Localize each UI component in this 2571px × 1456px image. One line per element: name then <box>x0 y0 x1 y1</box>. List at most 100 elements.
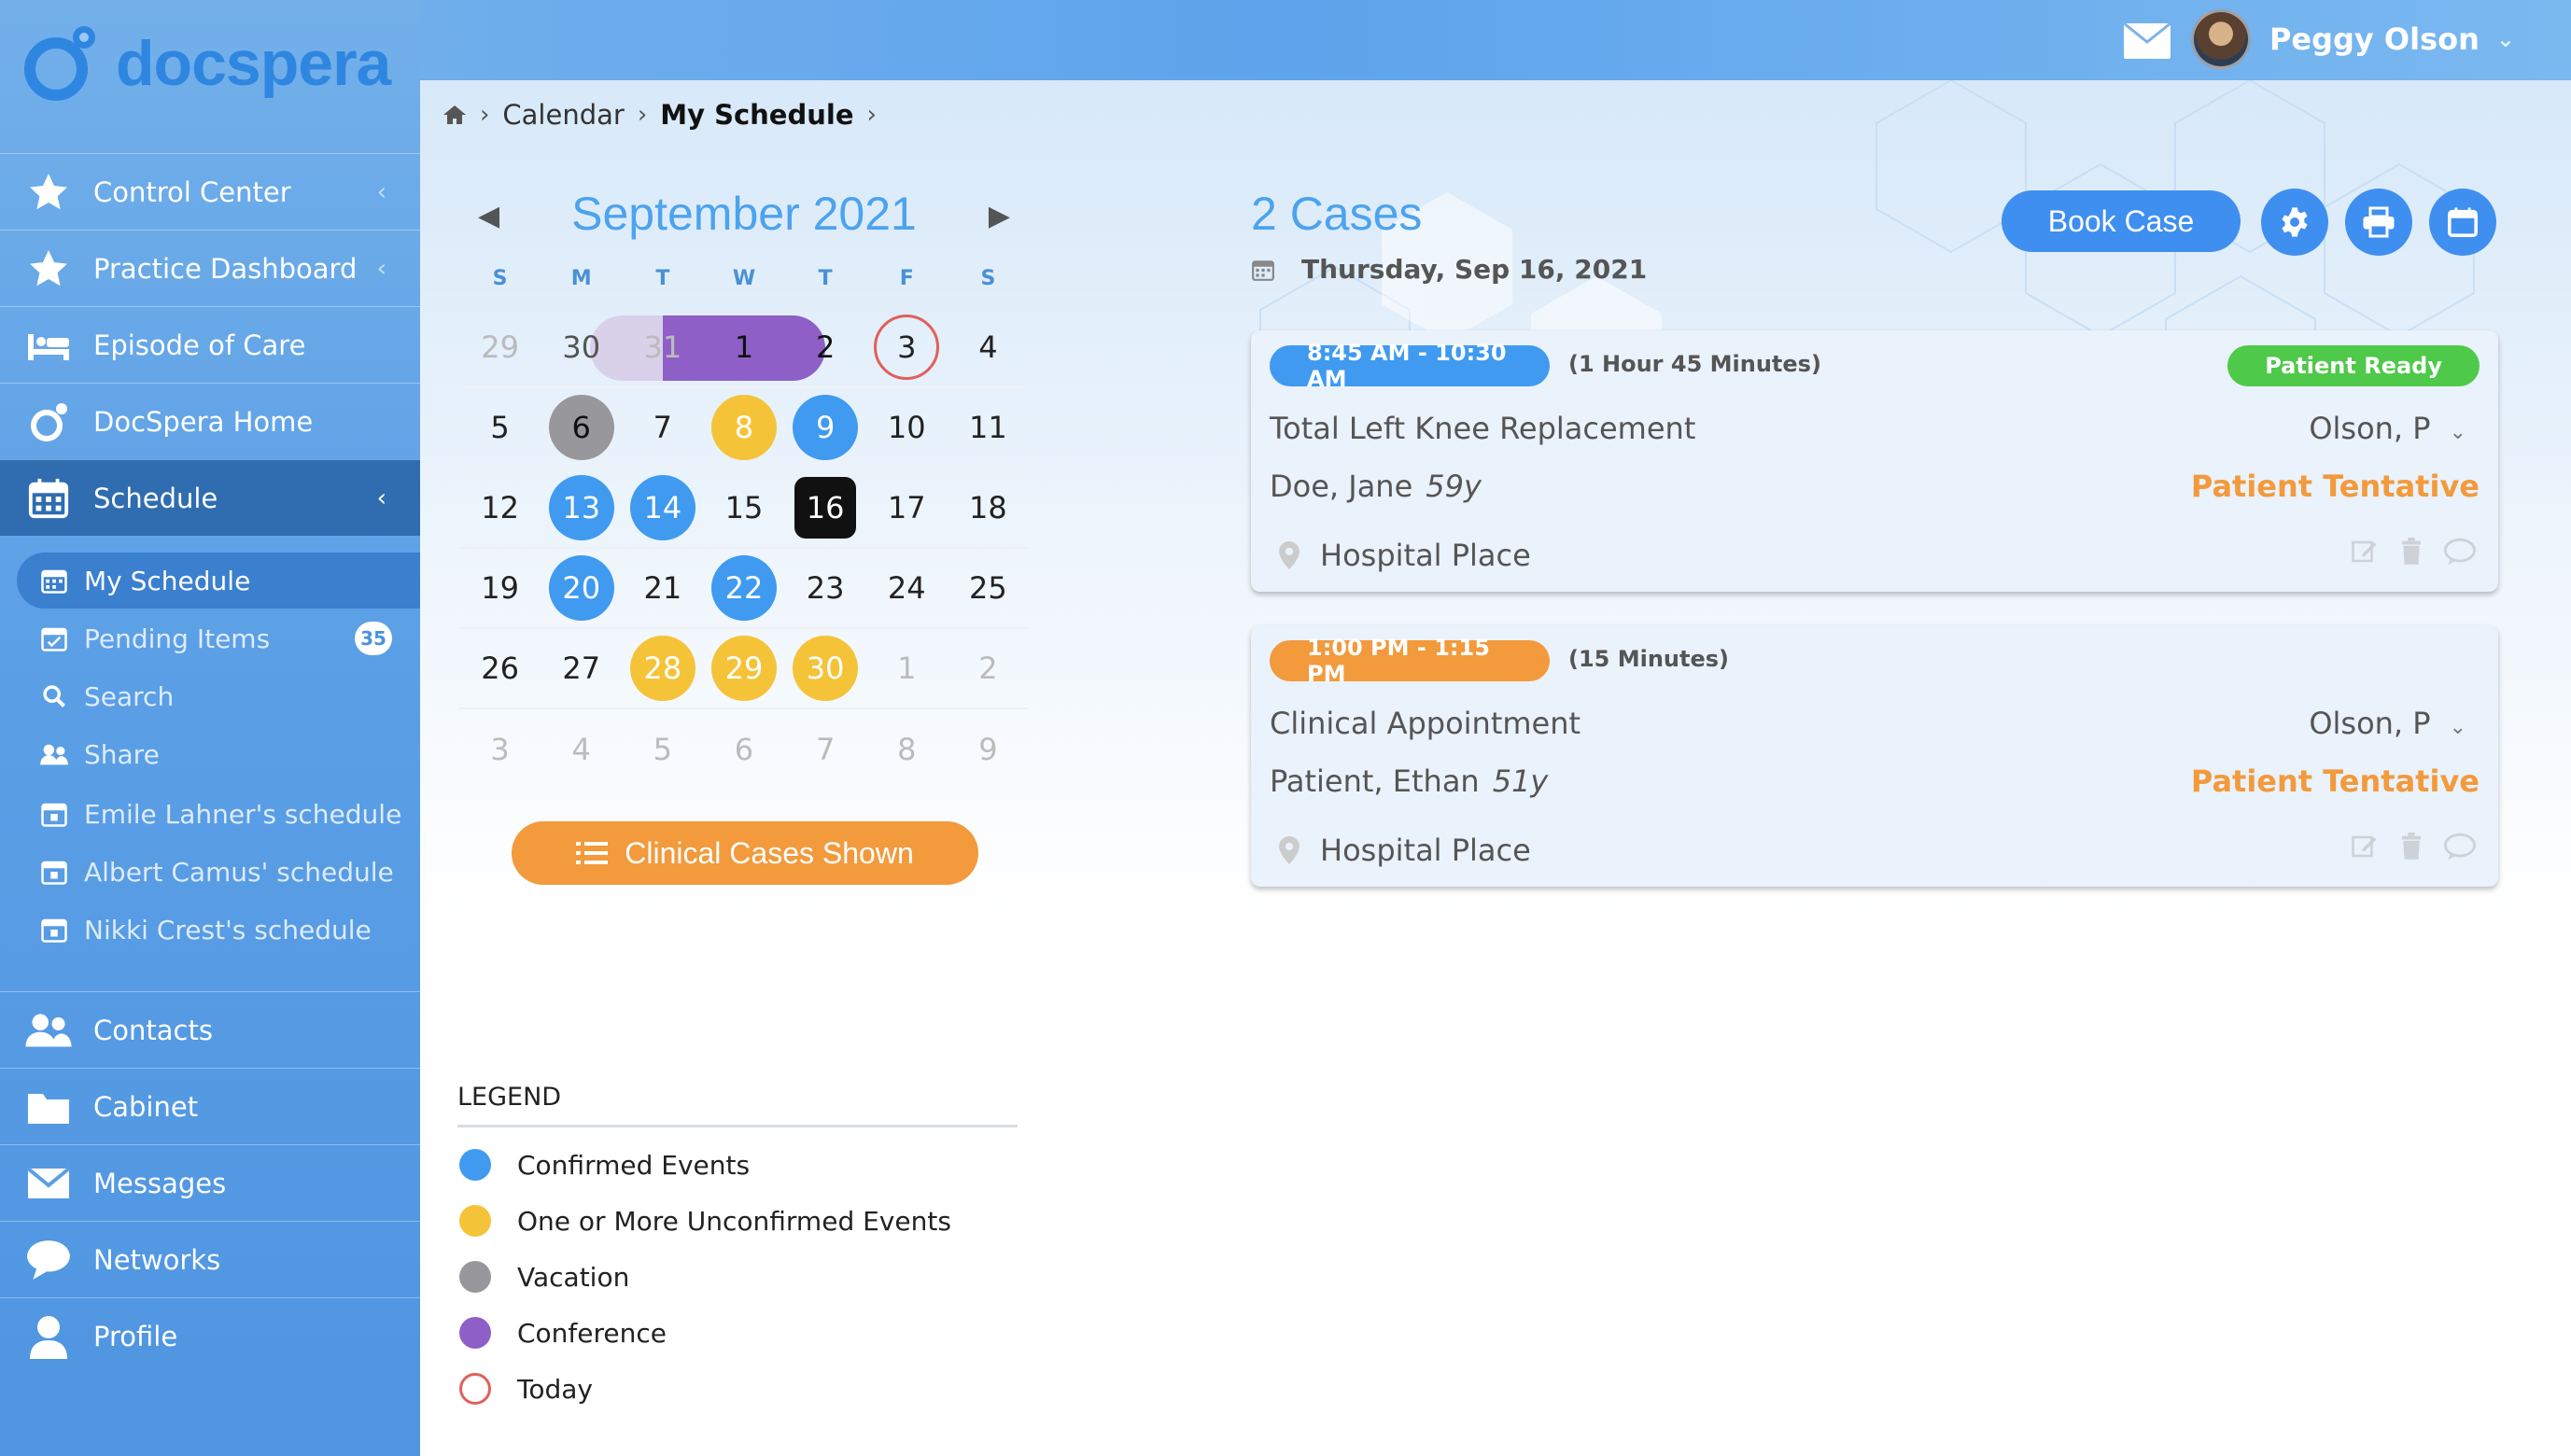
next-month-button[interactable]: ▶ <box>989 200 1010 232</box>
calendar-day[interactable]: 19 <box>459 548 541 628</box>
sidebar-subitem-share[interactable]: Share <box>17 726 420 782</box>
docspera-icon <box>24 398 73 446</box>
clinical-cases-filter-button[interactable]: Clinical Cases Shown <box>512 821 978 885</box>
sidebar-subitem-pending-items[interactable]: Pending Items 35 <box>17 610 420 666</box>
sidebar-item-messages[interactable]: Messages <box>0 1144 420 1221</box>
calendar-day[interactable]: 23 <box>785 548 866 628</box>
legend-swatch <box>459 1149 491 1181</box>
edit-icon[interactable] <box>2351 833 2379 861</box>
weekday-label: S <box>492 267 508 290</box>
calendar-day-number: 6 <box>734 732 754 767</box>
calendar-day[interactable]: 6 <box>541 387 622 468</box>
docspera-logo-icon <box>17 21 103 106</box>
calendar-day[interactable]: 4 <box>541 709 622 790</box>
comment-icon[interactable] <box>2444 538 2476 566</box>
calendar-header: ◀ September 2021 ▶ <box>459 187 1029 254</box>
calendar-day[interactable]: 8 <box>866 709 948 790</box>
calendar-day[interactable]: 13 <box>541 468 622 548</box>
settings-button[interactable] <box>2261 189 2328 256</box>
calendar-day[interactable]: 28 <box>622 628 703 708</box>
calendar-day[interactable]: 4 <box>948 307 1029 387</box>
calendar-day[interactable]: 21 <box>622 548 703 628</box>
mail-icon[interactable] <box>2123 22 2171 60</box>
user-menu[interactable]: Peggy Olson ⌄ <box>2190 9 2515 69</box>
calendar-day[interactable]: 18 <box>948 468 1029 548</box>
calendar-day[interactable]: 29 <box>703 628 784 708</box>
calendar-day-number: 4 <box>978 329 998 365</box>
calendar-day[interactable]: 16 <box>785 468 866 548</box>
calendar-day[interactable]: 7 <box>785 709 866 790</box>
calendar-day-number: 6 <box>548 395 614 460</box>
case-actions <box>2351 833 2476 861</box>
calendar-day[interactable]: 3 <box>459 709 541 790</box>
sidebar-item-docspera-home[interactable]: DocSpera Home <box>0 383 420 459</box>
edit-icon[interactable] <box>2351 538 2379 566</box>
print-button[interactable] <box>2345 189 2412 256</box>
calendar-day[interactable]: 29 <box>459 307 541 387</box>
calendar-day[interactable]: 25 <box>948 548 1029 628</box>
trash-icon[interactable] <box>2399 833 2423 861</box>
calendar-day[interactable]: 8 <box>703 387 784 468</box>
calendar-day[interactable]: 30 <box>785 628 866 708</box>
calendar-day-number: 29 <box>710 636 777 701</box>
calendar-day[interactable]: 1 <box>866 628 948 708</box>
sidebar-subitem-my-schedule[interactable]: My Schedule <box>17 553 420 609</box>
calendar-day[interactable]: 2 <box>948 628 1029 708</box>
sidebar-subitem-albert-camus-schedule[interactable]: Albert Camus' schedule <box>17 844 420 900</box>
legend-label: Today <box>517 1373 593 1405</box>
calendar-day[interactable]: 27 <box>541 628 622 708</box>
sidebar-item-episode-of-care[interactable]: Episode of Care <box>0 306 420 383</box>
calendar-day[interactable]: 22 <box>703 548 784 628</box>
case-provider-dropdown[interactable]: Olson, P ⌄ <box>2309 706 2466 741</box>
sidebar-subitem-label: Pending Items <box>84 623 271 654</box>
sidebar-item-networks[interactable]: Networks <box>0 1221 420 1297</box>
home-icon[interactable] <box>443 104 467 126</box>
case-card[interactable]: 8:45 AM - 10:30 AM (1 Hour 45 Minutes) P… <box>1251 330 2498 592</box>
calendar-day[interactable]: 11 <box>948 387 1029 468</box>
calendar-day[interactable]: 24 <box>866 548 948 628</box>
calendar-day[interactable]: 9 <box>948 709 1029 790</box>
calendar-month-title: September 2021 <box>571 188 917 240</box>
calendar-day[interactable]: 20 <box>541 548 622 628</box>
calendar-day[interactable]: 17 <box>866 468 948 548</box>
comment-icon[interactable] <box>2444 833 2476 861</box>
calendar-day[interactable]: 6 <box>703 709 784 790</box>
folder-icon <box>24 1083 73 1131</box>
sidebar-item-practice-dashboard[interactable]: Practice Dashboard ‹ <box>0 230 420 306</box>
sidebar-item-control-center[interactable]: Control Center ‹ <box>0 153 420 230</box>
sidebar-item-cabinet[interactable]: Cabinet <box>0 1068 420 1144</box>
sidebar-item-schedule[interactable]: Schedule ‹ <box>0 459 420 536</box>
calendar-day[interactable]: 14 <box>622 468 703 548</box>
calendar-day[interactable]: 3 <box>866 307 948 387</box>
calendar-day[interactable]: 5 <box>622 709 703 790</box>
calendar-week-row: 26 27 28 29 30 1 2 <box>459 629 1029 709</box>
calendar-day-number: 7 <box>653 410 673 445</box>
calendar-day[interactable]: 26 <box>459 628 541 708</box>
sidebar-item-contacts[interactable]: Contacts <box>0 991 420 1068</box>
chevron-down-icon: ⌄ <box>2449 421 2466 444</box>
calendar-day[interactable]: 12 <box>459 468 541 548</box>
calendar-day[interactable]: 15 <box>703 468 784 548</box>
case-patient[interactable]: Patient, Ethan 51y <box>1270 763 1548 799</box>
sidebar-subitem-emile-lahner-schedule[interactable]: Emile Lahner's schedule <box>17 786 420 842</box>
trash-icon[interactable] <box>2399 538 2423 566</box>
sidebar-subitem-nikki-crest-schedule[interactable]: Nikki Crest's schedule <box>17 902 420 958</box>
case-card[interactable]: 1:00 PM - 1:15 PM (15 Minutes) Clinical … <box>1251 625 2498 887</box>
sidebar-subitem-search[interactable]: Search <box>17 668 420 724</box>
calendar-day-number: 22 <box>710 555 777 621</box>
book-case-button[interactable]: Book Case <box>2002 190 2241 252</box>
calendar-view-button[interactable] <box>2429 189 2496 256</box>
breadcrumb-calendar[interactable]: Calendar <box>502 99 624 131</box>
sidebar-subitem-label: Emile Lahner's schedule <box>84 798 402 830</box>
calendar-day[interactable]: 10 <box>866 387 948 468</box>
case-patient[interactable]: Doe, Jane 59y <box>1270 469 1482 504</box>
calendar-day-number: 12 <box>481 490 519 525</box>
calendar-day[interactable]: 5 <box>459 387 541 468</box>
docspera-logo[interactable]: docspera <box>17 21 391 106</box>
sidebar-item-label: Episode of Care <box>93 329 306 361</box>
calendar-day[interactable]: 7 <box>622 387 703 468</box>
calendar-day[interactable]: 9 <box>785 387 866 468</box>
sidebar-item-profile[interactable]: Profile <box>0 1297 420 1374</box>
case-provider-dropdown[interactable]: Olson, P ⌄ <box>2309 411 2466 446</box>
calendar-day-number: 7 <box>815 732 836 767</box>
